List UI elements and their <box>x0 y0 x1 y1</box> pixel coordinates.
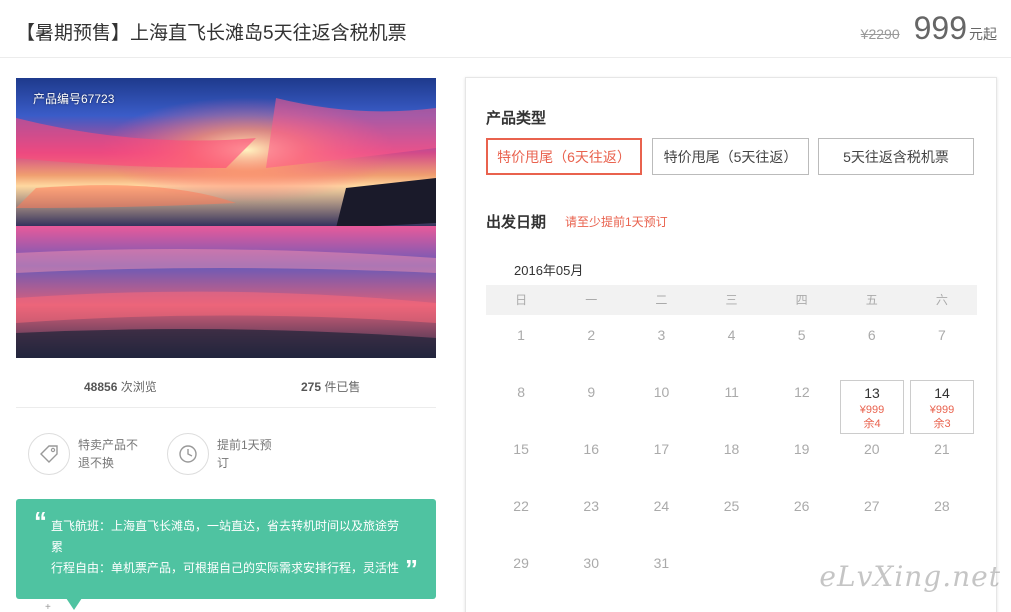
page-header: 【暑期预售】上海直飞长滩岛5天往返含税机票 ¥2290 999 元起 <box>0 0 1011 58</box>
calendar-day: 9 <box>587 384 596 400</box>
calendar-day: 3 <box>657 327 666 343</box>
booking-panel: 产品类型 特价甩尾（6天往返） 特价甩尾（5天往返） 5天往返含税机票 出发日期… <box>465 77 997 612</box>
feature-text: 特卖产品不退不换 <box>78 438 139 470</box>
watermark: eLvXing.net <box>819 560 1001 593</box>
tag-icon <box>28 433 70 475</box>
type-option-2[interactable]: 特价甩尾（5天往返） <box>652 138 809 175</box>
weekday-label: 六 <box>935 293 948 307</box>
calendar-day: 10 <box>653 384 670 400</box>
calendar-day: 17 <box>653 441 670 457</box>
views-count: 48856 次浏览 <box>84 378 157 395</box>
weekday-label: 三 <box>725 293 738 307</box>
calendar-day: 27 <box>863 498 880 514</box>
product-code: 产品编号67723 <box>33 92 115 106</box>
departure-date-label: 出发日期 <box>486 214 547 231</box>
calendar-day: 12 <box>794 384 810 400</box>
day-number: 14 <box>934 385 950 401</box>
calendar-day: 18 <box>723 441 740 457</box>
calendar-week-row: 1 2 3 4 5 6 7 <box>486 315 977 372</box>
calendar-day-available[interactable]: 13 ¥999 余4 <box>840 380 905 434</box>
feature-text: 提前1天预订 <box>217 438 272 470</box>
plus-icon: + <box>45 602 51 612</box>
calendar-weekday-header: 日一二三四五六 <box>486 285 977 315</box>
calendar-body: 1 2 3 4 5 6 7 8 9 10 11 12 13 ¥999 余4 14 ¥999 余3 15 16 17 18 1… <box>486 315 977 600</box>
highlights-box: “ 直飞航班：上海直飞长滩岛，一站直达，省去转机时间以及旅途劳累 行程自由：单机… <box>16 499 436 599</box>
product-stats: 48856 次浏览 275 件已售 <box>16 364 436 408</box>
price-box: ¥2290 999 元起 <box>861 10 997 47</box>
day-price: ¥999 <box>929 404 955 416</box>
calendar-week-row: 8 9 10 11 12 13 ¥999 余4 14 ¥999 余3 <box>486 372 977 434</box>
calendar-day: 23 <box>583 498 599 514</box>
calendar-day: 30 <box>583 555 599 571</box>
calendar-day: 25 <box>723 498 740 514</box>
weekday-label: 五 <box>865 293 878 307</box>
date-hint: 请至少提前1天预订 <box>565 215 668 229</box>
calendar-day: 28 <box>934 498 950 514</box>
calendar-day: 1 <box>517 327 525 343</box>
calendar-day: 20 <box>863 441 880 457</box>
views-label: 次浏览 <box>117 380 157 394</box>
calendar-day: 2 <box>587 327 596 343</box>
calendar: 日一二三四五六 1 2 3 4 5 6 7 8 9 10 11 12 13 ¥999 余4 14 ¥999 余3 1… <box>486 285 977 600</box>
calendar-week-row: 22 23 24 25 26 27 28 <box>486 486 977 543</box>
sunset-beach-image <box>16 78 436 358</box>
day-price: ¥999 <box>859 404 885 416</box>
weekday-label: 一 <box>585 293 598 307</box>
calendar-day: 29 <box>513 555 529 571</box>
price-suffix: 元起 <box>969 26 997 42</box>
feature-no-refund: 特卖产品不退不换 <box>28 433 144 475</box>
weekday-label: 日 <box>515 293 528 307</box>
calendar-day: 31 <box>653 555 670 571</box>
calendar-day: 11 <box>724 384 739 400</box>
page-title: 【暑期预售】上海直飞长滩岛5天往返含税机票 <box>16 23 407 44</box>
calendar-week-row: 15 16 17 18 19 20 21 <box>486 429 977 486</box>
calendar-day: 5 <box>797 327 806 343</box>
product-type-label: 产品类型 <box>486 110 547 127</box>
calendar-day: 4 <box>727 327 736 343</box>
calendar-day: 26 <box>793 498 810 514</box>
highlight-line: 行程自由：单机票产品，可根据自己的实际需求安排行程，灵活性 <box>51 561 400 575</box>
open-quote-icon: “ <box>34 506 47 536</box>
feature-advance-booking: 提前1天预订 <box>167 433 283 475</box>
day-number: 13 <box>864 385 880 401</box>
weekday-label: 四 <box>795 293 808 307</box>
views-number: 48856 <box>84 380 118 394</box>
sold-number: 275 <box>301 380 322 394</box>
type-option-1[interactable]: 特价甩尾（6天往返） <box>486 138 642 175</box>
product-photo: 产品编号67723 <box>16 78 436 358</box>
calendar-day: 24 <box>653 498 670 514</box>
calendar-day-available[interactable]: 14 ¥999 余3 <box>910 380 975 434</box>
calendar-day: 7 <box>938 327 946 343</box>
bubble-arrow <box>66 598 82 610</box>
calendar-day: 19 <box>793 441 810 457</box>
calendar-day: 8 <box>517 384 525 400</box>
calendar-day: 21 <box>934 441 950 457</box>
calendar-day: 15 <box>513 441 529 457</box>
weekday-label: 二 <box>655 293 668 307</box>
sold-count: 275 件已售 <box>301 378 360 395</box>
type-option-3[interactable]: 5天往返含税机票 <box>818 138 974 175</box>
close-quote-icon: ” <box>405 554 418 584</box>
calendar-day: 6 <box>867 327 876 343</box>
highlight-line: 直飞航班：上海直飞长滩岛，一站直达，省去转机时间以及旅途劳累 <box>51 519 400 554</box>
sold-label: 件已售 <box>321 380 361 394</box>
clock-icon <box>167 433 209 475</box>
current-price: 999 <box>913 10 967 46</box>
calendar-day: 16 <box>583 441 599 457</box>
calendar-empty-cell <box>696 543 766 600</box>
calendar-day: 22 <box>513 498 529 514</box>
original-price: ¥2290 <box>860 26 900 42</box>
